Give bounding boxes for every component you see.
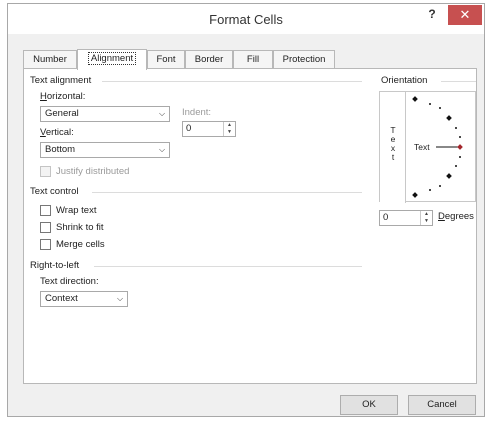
dial-tick bbox=[459, 156, 461, 158]
dial-tick bbox=[429, 189, 431, 191]
horizontal-label: Horizontal: bbox=[40, 91, 86, 102]
horizontal-value: General bbox=[45, 108, 79, 119]
tab-protection[interactable]: Protection bbox=[273, 50, 335, 69]
cancel-button[interactable]: Cancel bbox=[408, 395, 476, 415]
chevron-down-icon: ⌵ bbox=[116, 294, 124, 303]
text-alignment-heading: Text alignment bbox=[30, 75, 92, 86]
orientation-control[interactable]: T e x t Text bbox=[379, 91, 476, 203]
degrees-value: 0 bbox=[383, 212, 389, 223]
section-divider bbox=[441, 81, 476, 82]
vertical-text-toggle[interactable]: T e x t bbox=[380, 92, 406, 203]
dial-tick bbox=[439, 107, 441, 109]
vertical-text-letters: T e x t bbox=[380, 126, 406, 162]
tab-font[interactable]: Font bbox=[147, 50, 185, 69]
orientation-heading: Orientation bbox=[381, 75, 428, 86]
shrink-to-fit-label: Shrink to fit bbox=[56, 222, 104, 233]
justify-distributed-checkbox[interactable] bbox=[40, 166, 51, 177]
text-direction-select[interactable]: Context ⌵ bbox=[40, 291, 128, 307]
ok-button[interactable]: OK bbox=[340, 395, 398, 415]
dial-tick-major bbox=[412, 192, 418, 198]
dial-tick bbox=[439, 185, 441, 187]
merge-cells-label: Merge cells bbox=[56, 239, 105, 250]
shrink-to-fit-checkbox[interactable] bbox=[40, 222, 51, 233]
section-divider bbox=[102, 81, 362, 82]
wrap-text-checkbox[interactable] bbox=[40, 205, 51, 216]
tab-number[interactable]: Number bbox=[23, 50, 77, 69]
help-button[interactable]: ? bbox=[424, 7, 440, 23]
dial-tick-major bbox=[412, 96, 418, 102]
wrap-text-label: Wrap text bbox=[56, 205, 97, 216]
horizontal-select[interactable]: General ⌵ bbox=[40, 106, 170, 122]
dialog-title: Format Cells bbox=[209, 12, 283, 27]
close-icon: ✕ bbox=[459, 7, 471, 22]
vertical-value: Bottom bbox=[45, 144, 76, 155]
indent-spinner[interactable]: 0 ▲ ▼ bbox=[182, 121, 236, 137]
vertical-letter: t bbox=[391, 152, 395, 162]
degrees-label: Degrees bbox=[438, 211, 474, 222]
dial-tick bbox=[455, 165, 457, 167]
vertical-label: Vertical: bbox=[40, 127, 74, 138]
chevron-down-icon: ⌵ bbox=[158, 145, 166, 154]
dial-tick-major bbox=[446, 115, 452, 121]
title-bar: Format Cells ? ✕ bbox=[8, 4, 484, 34]
alignment-panel: Text alignment Horizontal: General ⌵ Ind… bbox=[23, 68, 477, 384]
chevron-down-icon: ⌵ bbox=[158, 109, 166, 118]
merge-cells-checkbox[interactable] bbox=[40, 239, 51, 250]
justify-distributed-label: Justify distributed bbox=[56, 166, 130, 177]
vertical-select[interactable]: Bottom ⌵ bbox=[40, 142, 170, 158]
right-to-left-heading: Right-to-left bbox=[30, 260, 80, 271]
indent-value: 0 bbox=[186, 123, 192, 134]
text-direction-value: Context bbox=[45, 293, 78, 304]
close-button[interactable]: ✕ bbox=[448, 5, 482, 25]
dial-tick-major bbox=[446, 173, 452, 179]
indent-label: Indent: bbox=[182, 107, 212, 118]
spin-arrows-icon[interactable]: ▲ ▼ bbox=[223, 122, 235, 136]
dial-marker bbox=[457, 144, 463, 150]
tab-border[interactable]: Border bbox=[185, 50, 233, 69]
section-divider bbox=[94, 266, 362, 267]
dial-text-label: Text bbox=[414, 142, 430, 152]
dial-tick bbox=[455, 127, 457, 129]
dial-tick bbox=[459, 136, 461, 138]
text-direction-label: Text direction: bbox=[40, 276, 99, 287]
vertical-label-text: ertical: bbox=[45, 127, 74, 138]
degrees-label-text: egrees bbox=[444, 211, 474, 222]
degrees-spinner[interactable]: 0 ▲ ▼ bbox=[379, 210, 433, 226]
format-cells-dialog: Format Cells ? ✕ Number Alignment Font B… bbox=[7, 3, 485, 417]
text-control-heading: Text control bbox=[30, 186, 79, 197]
section-divider bbox=[92, 192, 362, 193]
tab-fill[interactable]: Fill bbox=[233, 50, 273, 69]
horizontal-label-text: orizontal: bbox=[46, 91, 86, 102]
spin-arrows-icon[interactable]: ▲ ▼ bbox=[420, 211, 432, 225]
tab-alignment-label: Alignment bbox=[87, 52, 137, 65]
tab-alignment[interactable]: Alignment bbox=[77, 49, 147, 70]
dial-tick bbox=[429, 103, 431, 105]
